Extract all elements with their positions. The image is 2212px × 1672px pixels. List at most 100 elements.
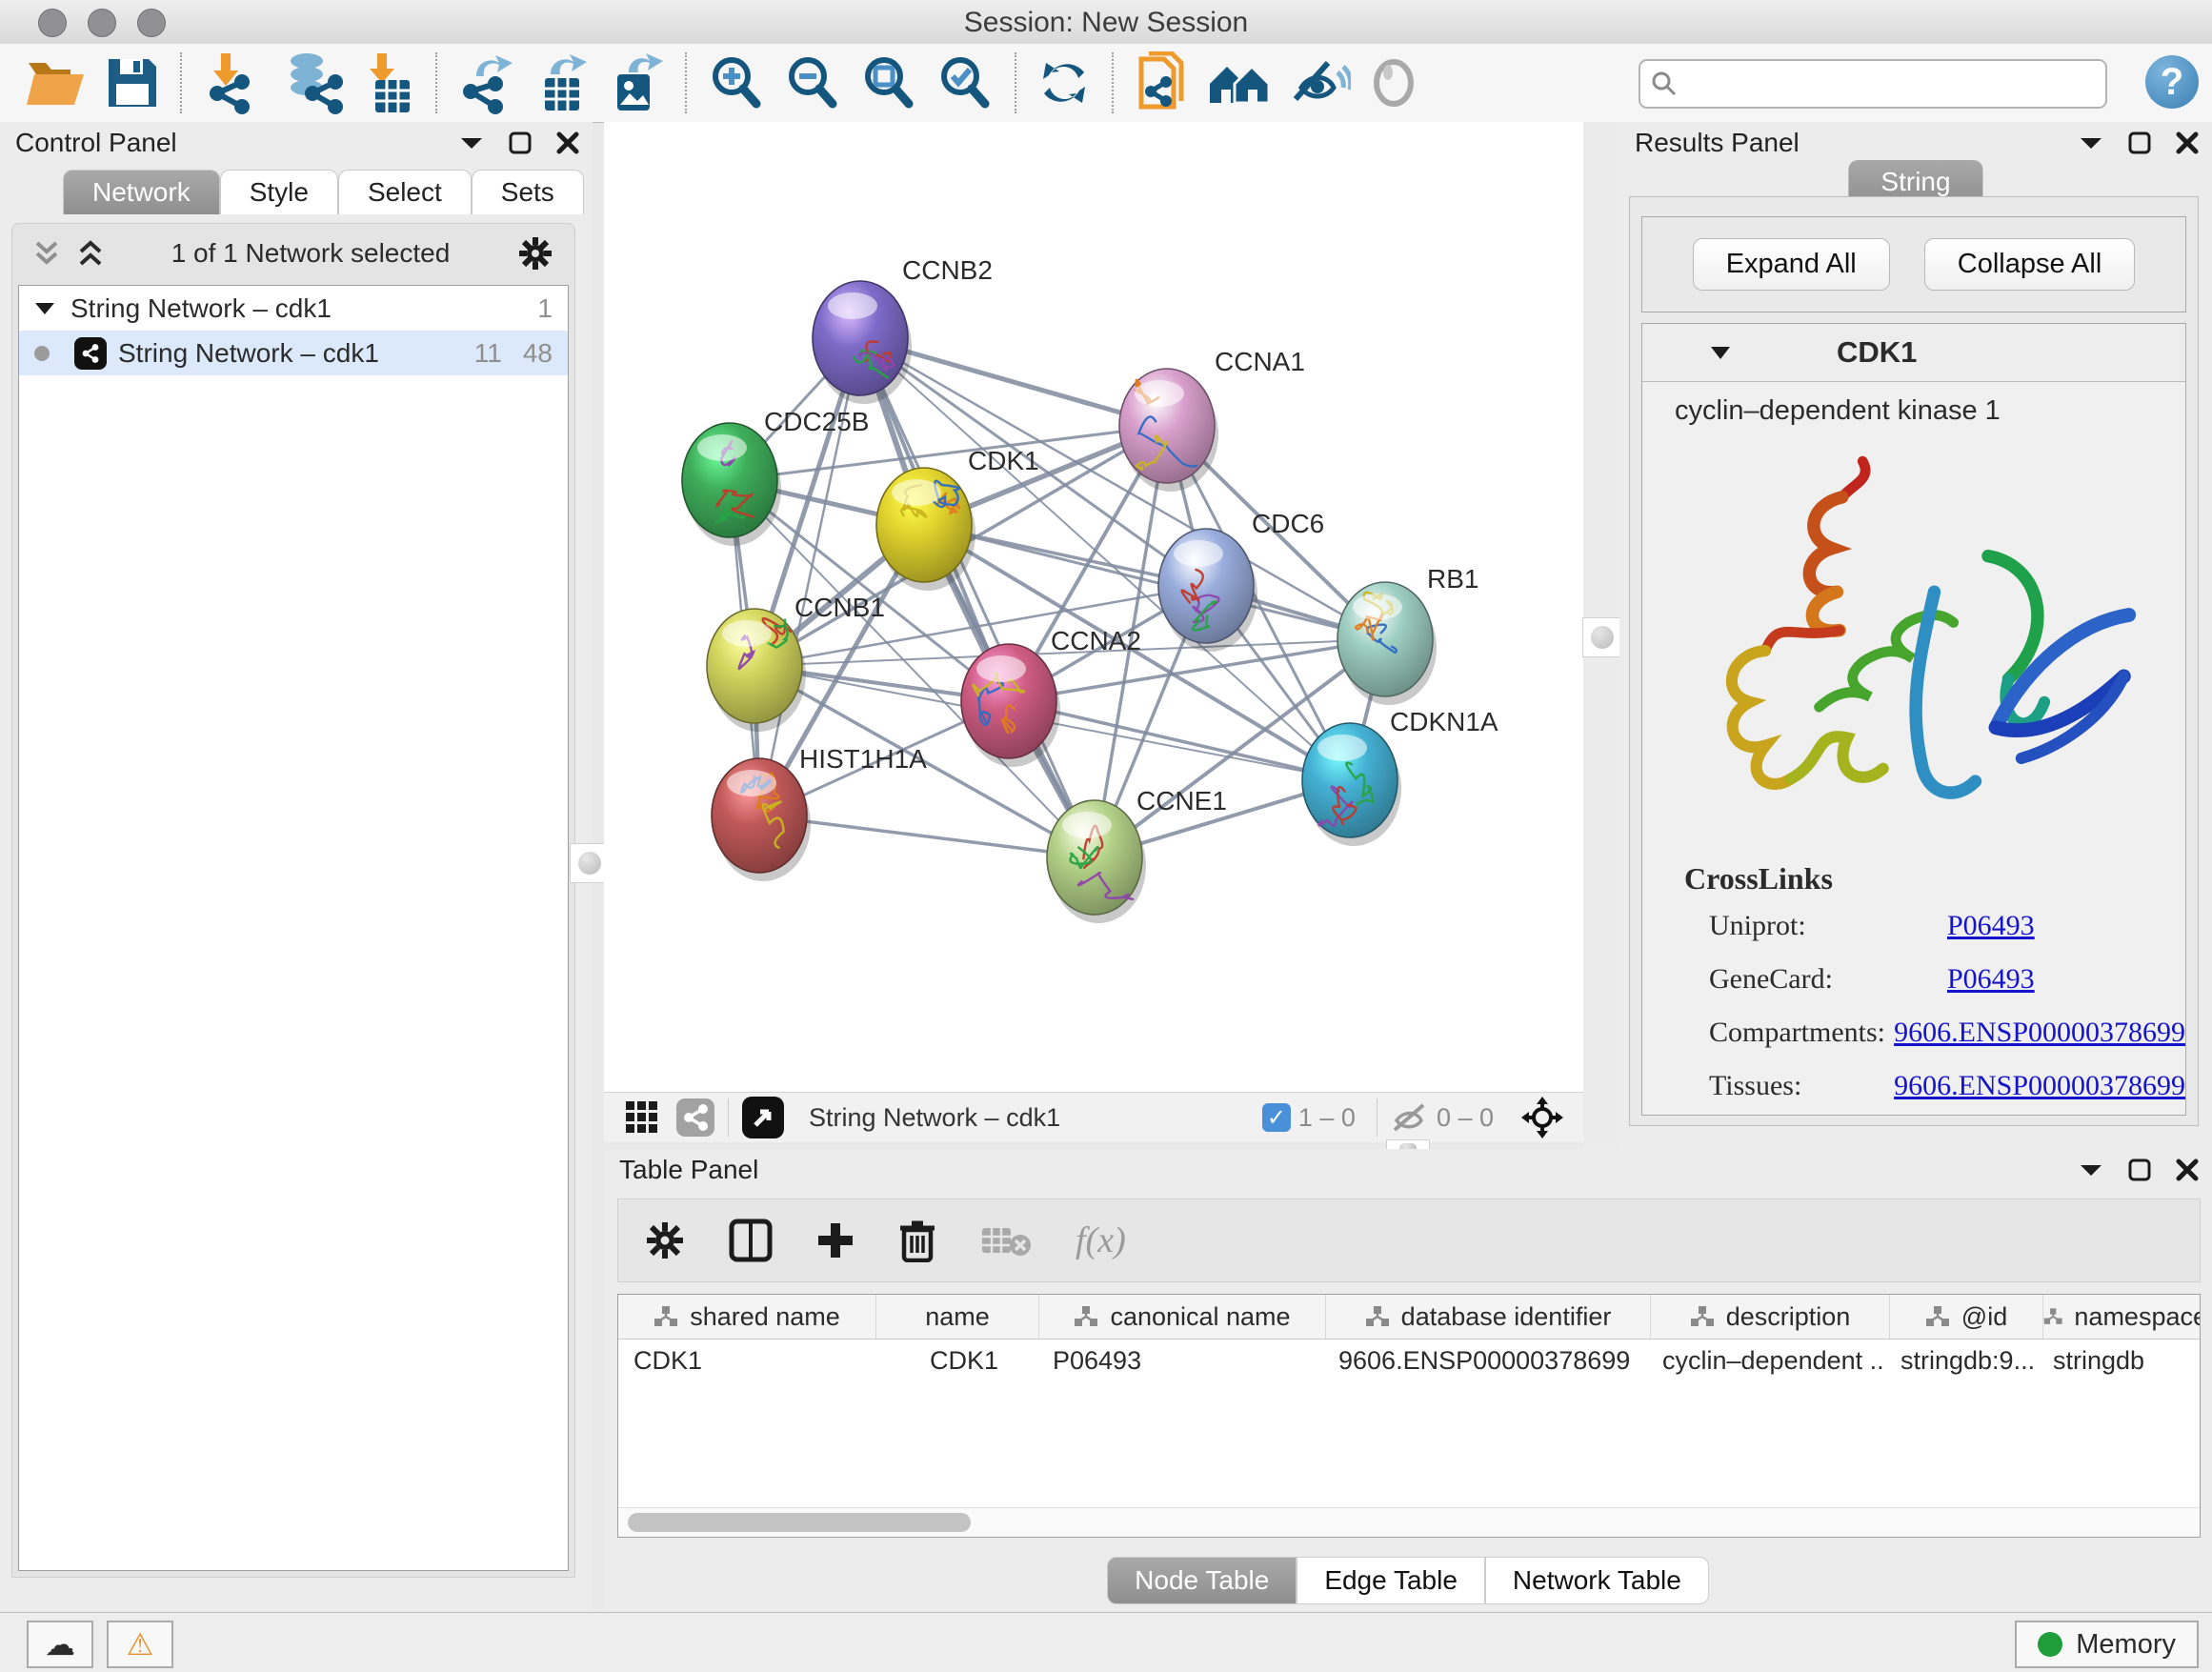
scrollbar-thumb[interactable]	[628, 1513, 971, 1532]
selected-checkbox-icon[interactable]: ✓	[1262, 1103, 1291, 1132]
tab-network[interactable]: Network	[63, 170, 220, 214]
node-table[interactable]: shared namenamecanonical namedatabase id…	[617, 1294, 2201, 1538]
node-label: HIST1H1A	[799, 744, 927, 774]
warnings-button[interactable]: ⚠	[107, 1621, 173, 1668]
tab-network-table[interactable]: Network Table	[1485, 1557, 1709, 1604]
collapse-all-button[interactable]: Collapse All	[1924, 238, 2136, 291]
zoom-selected-icon[interactable]	[935, 52, 995, 113]
control-panel: Control Panel Network Style Select Sets …	[0, 122, 593, 1612]
table-cell[interactable]: 9606.ENSP00000378699	[1323, 1346, 1647, 1376]
string-network-graph[interactable]: CCNB2CCNA1CDC25BCDK1CDC6RB1CCNB1CCNA2CDK…	[604, 122, 1583, 1092]
protein-structure-image	[1647, 438, 2181, 848]
tab-sets[interactable]: Sets	[472, 170, 584, 214]
network-collection-row[interactable]: String Network – cdk1 1	[19, 286, 568, 331]
zoom-in-icon[interactable]	[707, 52, 766, 113]
column-header-sharedname[interactable]: shared name	[618, 1295, 876, 1339]
window-title: Session: New Session	[0, 7, 2212, 39]
column-header-databaseidentifier[interactable]: database identifier	[1326, 1295, 1651, 1339]
network-view-icon[interactable]	[676, 1098, 714, 1137]
memory-status-dot	[2038, 1632, 2062, 1657]
cloud-button[interactable]: ☁	[27, 1621, 93, 1668]
zoom-out-icon[interactable]	[783, 52, 842, 113]
table-row[interactable]: CDK1CDK1P064939606.ENSP00000378699cyclin…	[618, 1340, 2200, 1381]
crosslink-uniprot-link[interactable]: P06493	[1947, 910, 2035, 942]
table-panel-close-icon[interactable]	[2176, 1158, 2199, 1181]
warning-icon: ⚠	[127, 1626, 154, 1662]
export-table-icon[interactable]	[533, 52, 591, 113]
glass-eye-disabled-icon[interactable]	[1368, 52, 1419, 113]
column-network-icon	[654, 1305, 678, 1328]
table-cell[interactable]: P06493	[1037, 1346, 1323, 1376]
help-icon[interactable]: ?	[2145, 55, 2199, 109]
column-header-label: description	[1726, 1302, 1851, 1332]
control-panel-menu-icon[interactable]	[459, 134, 484, 151]
results-panel-float-icon[interactable]	[2128, 131, 2151, 154]
table-cell[interactable]: stringdb:9...	[1885, 1346, 2038, 1376]
table-panel-float-icon[interactable]	[2128, 1158, 2151, 1181]
table-cell[interactable]: stringdb	[2038, 1346, 2201, 1376]
export-image-icon[interactable]	[608, 52, 665, 113]
memory-button[interactable]: Memory	[2015, 1621, 2199, 1668]
import-table-icon[interactable]	[362, 52, 415, 113]
column-header-description[interactable]: description	[1651, 1295, 1890, 1339]
import-network-file-icon[interactable]	[202, 52, 261, 113]
gene-collapse-icon[interactable]	[1709, 345, 1732, 361]
show-columns-icon[interactable]	[729, 1219, 773, 1262]
grid-mode-icon[interactable]	[625, 1100, 659, 1135]
zoom-fit-icon[interactable]	[859, 52, 918, 113]
table-cell[interactable]: CDK1	[618, 1346, 875, 1376]
table-panel-menu-icon[interactable]	[2079, 1161, 2103, 1178]
network-canvas[interactable]: CCNB2CCNA1CDC25BCDK1CDC6RB1CCNB1CCNA2CDK…	[604, 122, 1584, 1092]
refresh-icon[interactable]	[1036, 52, 1092, 113]
search-input[interactable]	[1688, 64, 2105, 104]
pan-crosshair-icon[interactable]	[1520, 1096, 1564, 1139]
delete-column-icon[interactable]	[898, 1219, 936, 1262]
gene-description: cyclin–dependent kinase 1	[1642, 382, 2185, 433]
network-edge-count: 48	[523, 338, 553, 369]
column-header-name[interactable]: name	[876, 1295, 1039, 1339]
collection-count: 1	[537, 293, 553, 324]
crosslink-genecard-link[interactable]: P06493	[1947, 963, 2035, 996]
tab-node-table[interactable]: Node Table	[1107, 1557, 1297, 1604]
tab-edge-table[interactable]: Edge Table	[1297, 1557, 1485, 1604]
expand-all-networks-icon[interactable]	[77, 239, 104, 268]
column-header-id[interactable]: @id	[1890, 1295, 2043, 1339]
table-cell[interactable]: cyclin–dependent ...	[1647, 1346, 1885, 1376]
table-settings-gear-icon[interactable]	[645, 1220, 685, 1260]
crosslink-compartments-link[interactable]: 9606.ENSP00000378699	[1894, 1017, 2185, 1049]
table-cell[interactable]: CDK1	[875, 1346, 1037, 1376]
tab-style[interactable]: Style	[220, 170, 338, 214]
string-home-icon[interactable]	[1206, 52, 1273, 113]
results-panel-menu-icon[interactable]	[2079, 134, 2103, 151]
control-panel-float-icon[interactable]	[509, 131, 532, 154]
add-column-icon[interactable]	[816, 1221, 855, 1259]
hide-glass-eye-icon[interactable]	[1290, 52, 1351, 113]
network-options-gear-icon[interactable]	[517, 235, 553, 272]
save-session-icon[interactable]	[105, 52, 160, 113]
node-label: CCNB1	[794, 593, 885, 622]
column-network-icon	[2043, 1305, 2062, 1328]
open-session-icon[interactable]	[25, 52, 88, 113]
crosslink-label: GeneCard:	[1709, 963, 1947, 996]
collection-expand-icon[interactable]	[34, 301, 55, 316]
collapse-all-networks-icon[interactable]	[33, 239, 60, 268]
hidden-eye-icon[interactable]	[1391, 1103, 1429, 1132]
toolbar-search[interactable]	[1639, 59, 2107, 109]
crosslink-label: Uniprot:	[1709, 910, 1947, 942]
right-splitter-handle[interactable]	[1582, 617, 1622, 657]
network-row[interactable]: String Network – cdk1 11 48	[19, 331, 568, 375]
control-panel-close-icon[interactable]	[556, 131, 579, 154]
string-file-icon[interactable]	[1134, 52, 1189, 113]
birdseye-toggle-icon[interactable]	[742, 1097, 784, 1138]
gene-section-header[interactable]: CDK1	[1642, 324, 2185, 382]
tab-select[interactable]: Select	[338, 170, 472, 214]
table-horizontal-scrollbar[interactable]	[618, 1507, 2200, 1537]
expand-all-button[interactable]: Expand All	[1693, 238, 1890, 291]
crosslink-tissues-link[interactable]: 9606.ENSP00000378699	[1894, 1070, 2185, 1102]
column-header-canonicalname[interactable]: canonical name	[1039, 1295, 1326, 1339]
results-panel-close-icon[interactable]	[2176, 131, 2199, 154]
export-network-icon[interactable]	[457, 52, 516, 113]
column-header-namespace[interactable]: namespace	[2043, 1295, 2201, 1339]
import-network-database-icon[interactable]	[278, 52, 345, 113]
control-panel-title: Control Panel	[15, 128, 177, 158]
